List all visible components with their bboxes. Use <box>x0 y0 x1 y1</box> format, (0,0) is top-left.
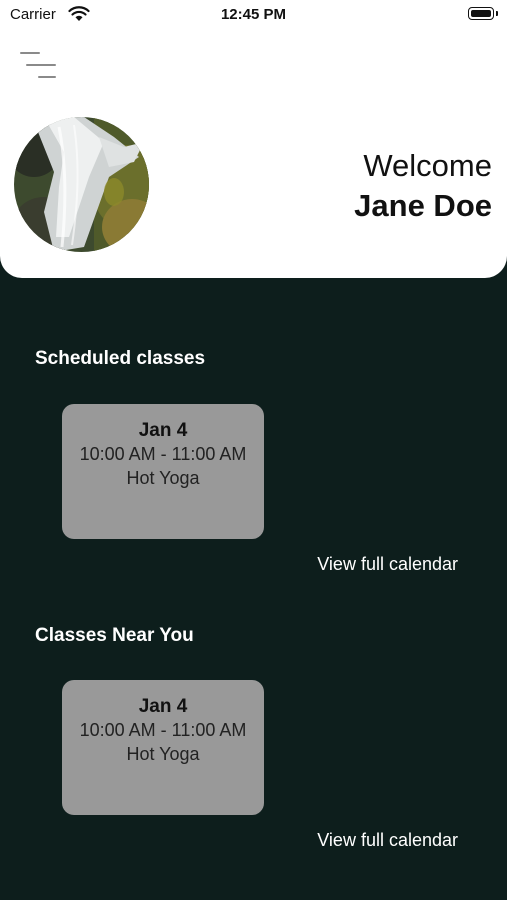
user-name: Jane Doe <box>354 188 492 223</box>
profile-header: Welcome Jane Doe <box>0 0 507 278</box>
section-title-scheduled: Scheduled classes <box>35 348 206 369</box>
class-card[interactable]: Jan 4 10:00 AM - 11:00 AM Hot Yoga <box>62 404 264 539</box>
avatar <box>14 117 149 252</box>
welcome-text: Welcome <box>363 148 492 183</box>
battery-icon <box>468 7 494 20</box>
view-calendar-link[interactable]: View full calendar <box>317 830 458 851</box>
class-time: 10:00 AM - 11:00 AM <box>79 444 247 464</box>
class-card[interactable]: Jan 4 10:00 AM - 11:00 AM Hot Yoga <box>62 680 264 815</box>
class-name: Hot Yoga <box>126 468 200 488</box>
status-bar: Carrier 12:45 PM <box>0 0 507 30</box>
menu-button[interactable] <box>20 50 58 80</box>
view-calendar-link[interactable]: View full calendar <box>317 554 458 575</box>
section-title-nearby: Classes Near You <box>35 625 194 646</box>
class-date: Jan 4 <box>138 696 188 717</box>
class-date: Jan 4 <box>138 420 188 441</box>
clock: 12:45 PM <box>220 6 287 23</box>
class-name: Hot Yoga <box>126 744 200 764</box>
class-time: 10:00 AM - 11:00 AM <box>79 720 247 740</box>
